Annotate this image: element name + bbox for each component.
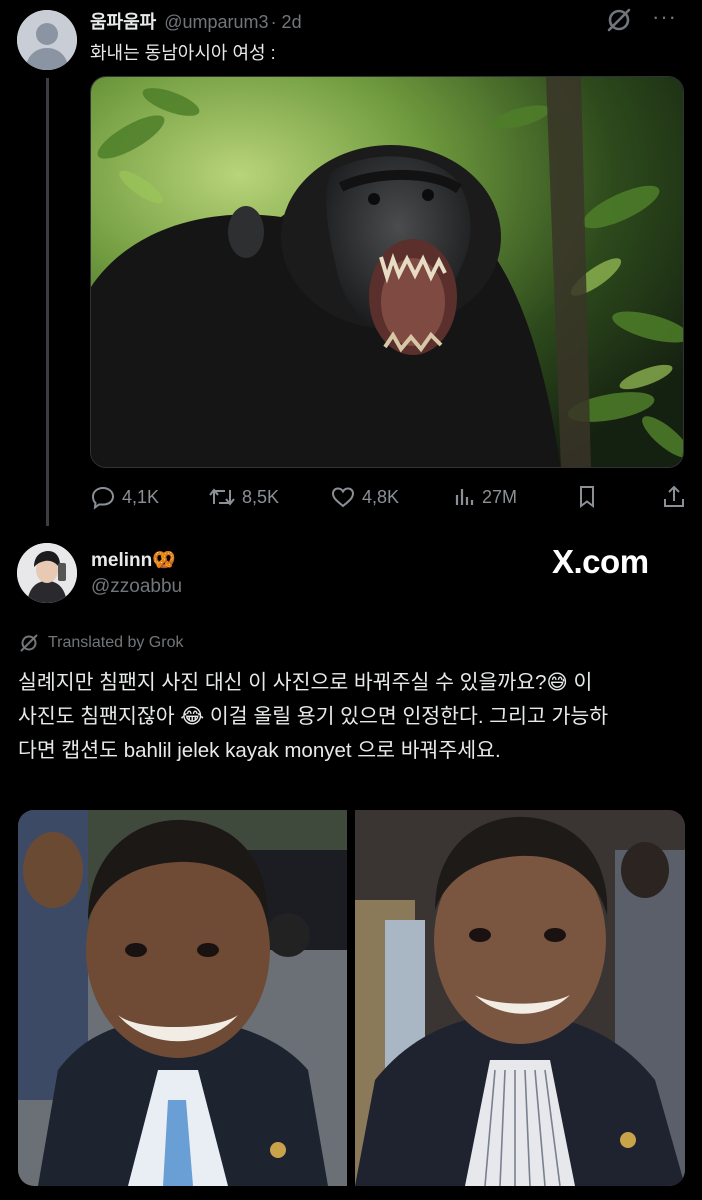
share-icon (664, 485, 684, 507)
tweet2-text-line: 다면 캡션도 bahlil jelek kayak monyet 으로 바꿔주세… (18, 739, 501, 762)
grok-slash-icon (20, 634, 38, 652)
heart-icon (331, 487, 355, 508)
reply-icon (91, 486, 115, 510)
repost-button[interactable]: 8,5K (208, 480, 279, 514)
tweet2-handle[interactable]: @zzoabbu (91, 576, 182, 598)
chimpanzee-photo[interactable] (90, 76, 684, 468)
tweet1-text: 화내는 동남아시아 여성 : (90, 43, 276, 63)
tweet1-action-bar: 4,1K 8,5K 4,8K 27M (90, 480, 686, 514)
tweet1-time[interactable]: · 2d (271, 12, 302, 33)
reply-count: 4,1K (122, 486, 160, 507)
like-count: 4,8K (362, 486, 400, 507)
x-com-watermark: X.com (552, 543, 649, 580)
translated-label: Translated by Grok (48, 634, 184, 651)
tweet2-text-line: 실례지만 침팬지 사진 대신 이 사진으로 바꿔주실 수 있을까요?😅 이 (18, 671, 593, 694)
tweet1-handle[interactable]: @umparum3 (164, 12, 268, 33)
tweet2-display-name[interactable]: melinn🥨 (91, 548, 176, 572)
translated-by-grok[interactable]: Translated by Grok (18, 632, 183, 654)
avatar-photo (17, 543, 77, 603)
bookmark-icon (580, 486, 594, 508)
default-avatar-icon (17, 10, 77, 70)
views-button[interactable]: 27M (454, 480, 517, 514)
user-avatar[interactable] (17, 543, 77, 603)
reply-button[interactable]: 4,1K (90, 480, 159, 514)
thread-connector-line (46, 78, 49, 526)
tweet2-text-line: 사진도 침팬지잖아 😂 이걸 올릴 용기 있으면 인정한다. 그리고 가능하 (18, 705, 609, 728)
man-in-suit-photo-right[interactable] (355, 810, 685, 1186)
more-icon[interactable]: ··· (652, 4, 677, 30)
repost-count: 8,5K (242, 486, 280, 507)
repost-icon (209, 488, 235, 506)
tweet1-header: 움파움파 @umparum3 · 2d (90, 8, 302, 32)
views-icon (455, 489, 474, 505)
default-avatar[interactable] (17, 10, 77, 70)
man-in-suit-photo-left[interactable] (18, 810, 347, 1186)
bookmark-button[interactable] (576, 480, 598, 514)
like-button[interactable]: 4,8K (330, 480, 399, 514)
views-count: 27M (482, 486, 518, 507)
tweet2-text: 실례지만 침팬지 사진 대신 이 사진으로 바꿔주실 수 있을까요?😅 이 사진… (18, 666, 686, 768)
grok-slash-icon[interactable] (604, 5, 634, 35)
tweet1-display-name[interactable]: 움파움파 (90, 8, 156, 34)
share-button[interactable] (662, 480, 686, 514)
